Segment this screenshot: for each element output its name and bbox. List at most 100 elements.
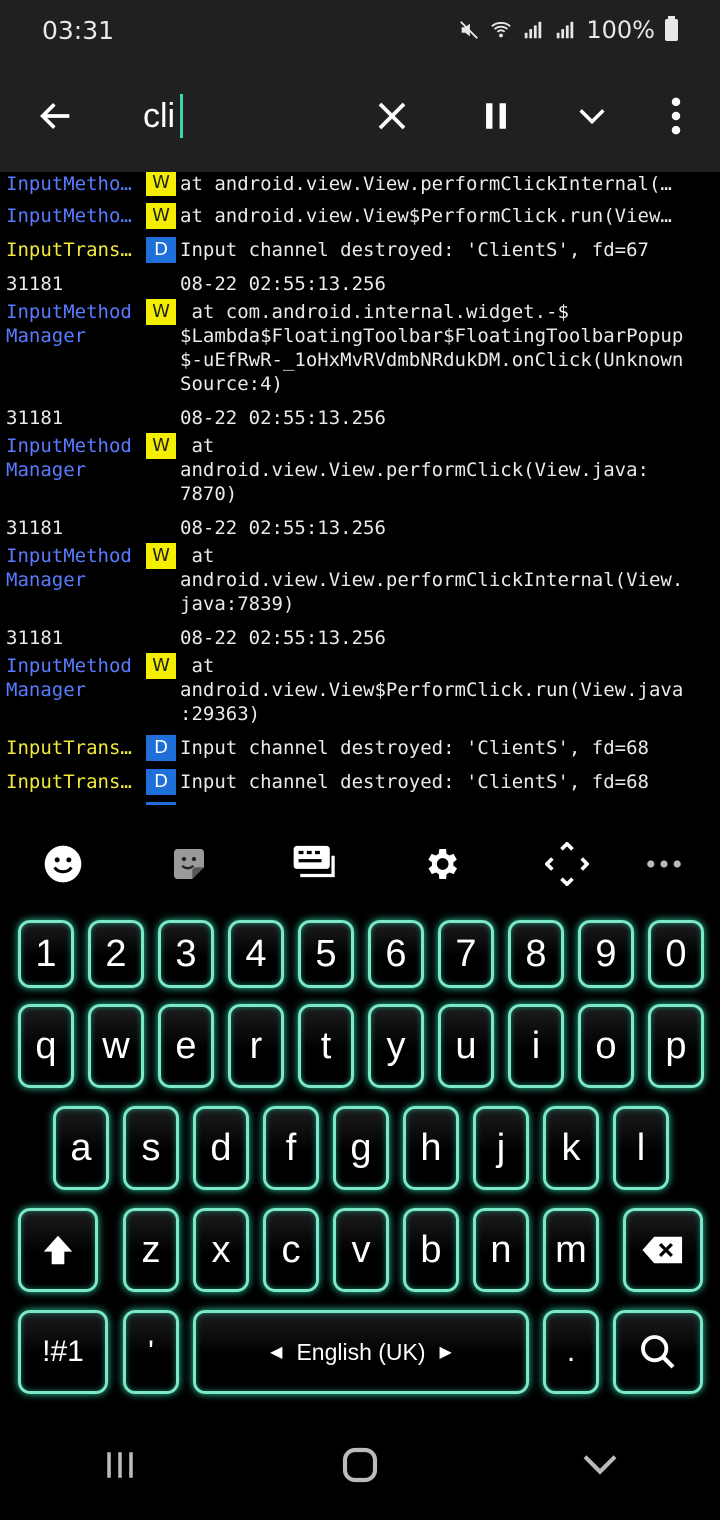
key-q[interactable]: q: [18, 1004, 74, 1088]
apostrophe-key[interactable]: ': [123, 1310, 179, 1394]
key-8[interactable]: 8: [508, 920, 564, 988]
log-level-badge: W: [146, 653, 176, 679]
key-d[interactable]: d: [193, 1106, 249, 1190]
backspace-key[interactable]: [623, 1208, 703, 1292]
log-level-badge: D: [146, 769, 176, 795]
signal-icon-2: [557, 21, 574, 39]
key-f[interactable]: f: [263, 1106, 319, 1190]
log-tag: InputMethod: [6, 435, 132, 457]
key-p[interactable]: p: [648, 1004, 704, 1088]
key-t[interactable]: t: [298, 1004, 354, 1088]
key-7[interactable]: 7: [438, 920, 494, 988]
key-y[interactable]: y: [368, 1004, 424, 1088]
key-j[interactable]: j: [473, 1106, 529, 1190]
symbols-key[interactable]: !#1: [18, 1310, 108, 1394]
key-b[interactable]: b: [403, 1208, 459, 1292]
log-timestamp: 08-22 02:55:13.256: [180, 407, 386, 429]
key-m[interactable]: m: [543, 1208, 599, 1292]
key-9[interactable]: 9: [578, 920, 634, 988]
more-horizontal-icon[interactable]: [638, 838, 690, 890]
key-x[interactable]: x: [193, 1208, 249, 1292]
key-v[interactable]: v: [333, 1208, 389, 1292]
log-list[interactable]: InputMetho… W at android.view.View.perfo…: [0, 172, 720, 804]
key-3[interactable]: 3: [158, 920, 214, 988]
log-message: at android.view.View$PerformClick.run(Vi…: [180, 655, 684, 725]
hide-keyboard-icon[interactable]: [570, 1435, 630, 1495]
log-message: Input channel destroyed: 'ClientS', fd=6…: [180, 737, 649, 759]
log-message: at android.view.View.performClick(View.j…: [180, 435, 649, 505]
log-tag: InputMetho…: [6, 173, 132, 195]
log-tag: InputMethod: [6, 301, 132, 323]
search-toolbar: [0, 60, 720, 172]
space-key[interactable]: ◀ English (UK) ▶: [193, 1310, 529, 1394]
recent-apps-icon[interactable]: [90, 1435, 150, 1495]
language-next-icon: ▶: [439, 1344, 452, 1361]
keyboard-mode-icon[interactable]: [289, 838, 341, 890]
status-icons: 100%: [458, 16, 678, 44]
search-input[interactable]: [143, 92, 343, 140]
log-tag: InputMethod: [6, 655, 132, 677]
key-g[interactable]: g: [333, 1106, 389, 1190]
log-tag: InputTrans…: [6, 239, 132, 261]
shift-arrow-icon: [43, 1235, 73, 1265]
key-4[interactable]: 4: [228, 920, 284, 988]
key-6[interactable]: 6: [368, 920, 424, 988]
log-tag-line2: Manager: [6, 569, 87, 591]
text-cursor: [180, 94, 183, 138]
log-tag-line2: Manager: [6, 325, 87, 347]
log-pid: 31181: [6, 273, 64, 295]
key-s[interactable]: s: [123, 1106, 179, 1190]
key-a[interactable]: a: [53, 1106, 109, 1190]
log-level-badge: W: [146, 543, 176, 569]
log-message: at android.view.View$PerformClick.run(Vi…: [180, 205, 672, 227]
log-pid: 31181: [6, 627, 64, 649]
settings-gear-icon[interactable]: [415, 838, 467, 890]
emoji-icon[interactable]: [37, 838, 89, 890]
log-tag-line2: Manager: [6, 679, 87, 701]
key-w[interactable]: w: [88, 1004, 144, 1088]
space-language-label: English (UK): [296, 1338, 426, 1365]
back-arrow-icon[interactable]: [26, 86, 86, 146]
more-vertical-icon[interactable]: [646, 86, 706, 146]
chevron-down-icon[interactable]: [562, 86, 622, 146]
key-0[interactable]: 0: [648, 920, 704, 988]
log-pid: 31181: [6, 517, 64, 539]
key-h[interactable]: h: [403, 1106, 459, 1190]
key-5[interactable]: 5: [298, 920, 354, 988]
log-timestamp: 08-22 02:55:13.256: [180, 273, 386, 295]
navigation-bar: [0, 1410, 720, 1520]
move-keyboard-icon[interactable]: [541, 838, 593, 890]
clear-icon[interactable]: [362, 86, 422, 146]
key-u[interactable]: u: [438, 1004, 494, 1088]
period-key[interactable]: .: [543, 1310, 599, 1394]
status-time: 03:31: [42, 15, 115, 45]
search-key[interactable]: [613, 1310, 703, 1394]
status-bar: 03:31 100%: [0, 0, 720, 60]
key-c[interactable]: c: [263, 1208, 319, 1292]
pause-icon[interactable]: [466, 86, 526, 146]
key-l[interactable]: l: [613, 1106, 669, 1190]
shift-key[interactable]: [18, 1208, 98, 1292]
key-i[interactable]: i: [508, 1004, 564, 1088]
key-1[interactable]: 1: [18, 920, 74, 988]
log-level-badge: D: [146, 237, 176, 263]
key-z[interactable]: z: [123, 1208, 179, 1292]
log-level-badge: W: [146, 299, 176, 325]
key-r[interactable]: r: [228, 1004, 284, 1088]
home-icon[interactable]: [330, 1435, 390, 1495]
log-level-badge: W: [146, 203, 176, 229]
log-tag: InputTrans…: [6, 737, 132, 759]
log-level-badge: D: [146, 735, 176, 761]
keyboard: 1 2 3 4 5 6 7 8 9 0 q w e r t y u i o p …: [0, 806, 720, 1410]
key-2[interactable]: 2: [88, 920, 144, 988]
search-icon: [641, 1335, 675, 1369]
key-n[interactable]: n: [473, 1208, 529, 1292]
key-e[interactable]: e: [158, 1004, 214, 1088]
battery-icon: [665, 16, 678, 41]
mute-icon: [460, 21, 479, 39]
log-tag: InputMetho…: [6, 205, 132, 227]
log-timestamp: 08-22 02:55:13.256: [180, 517, 386, 539]
key-k[interactable]: k: [543, 1106, 599, 1190]
sticker-icon[interactable]: [163, 838, 215, 890]
key-o[interactable]: o: [578, 1004, 634, 1088]
